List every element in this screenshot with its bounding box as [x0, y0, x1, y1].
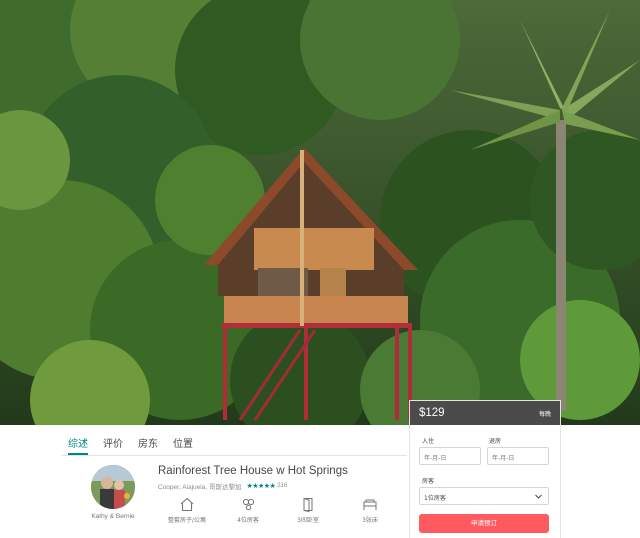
section-tabs: 综述 评价 房东 位置 [68, 433, 208, 455]
checkout-field[interactable]: 年-月-日 [487, 447, 549, 465]
house-icon [180, 497, 194, 512]
per-night-label: 每晚 [538, 410, 551, 418]
guests-label: 房客 [422, 478, 435, 485]
listing-hero-photo[interactable] [0, 0, 640, 425]
chevron-down-icon [535, 494, 542, 499]
host-profile[interactable]: Kathy & Bernie [84, 465, 142, 520]
feature-label: 3张床 [362, 517, 378, 524]
treehouse-photo [0, 0, 640, 425]
feature-label: 4位房客 [237, 517, 259, 524]
feature-label: 整套房子/公寓 [167, 517, 207, 524]
request-to-book-button[interactable]: 申请预订 [419, 514, 549, 533]
checkin-label: 入住 [422, 438, 435, 445]
tabs-divider [62, 455, 407, 456]
avatar[interactable] [91, 465, 135, 509]
listing-features: 整套房子/公寓 4位房客 3间卧室 3张床 [160, 497, 390, 527]
tab-host[interactable]: 房东 [138, 433, 158, 455]
review-count[interactable]: 316 [277, 483, 287, 489]
checkin-field[interactable]: 年-月-日 [419, 447, 481, 465]
door-icon [303, 498, 313, 512]
feature-property-type: 整套房子/公寓 [157, 497, 217, 524]
tab-overview[interactable]: 综述 [68, 433, 88, 455]
feature-guests: 4位房客 [218, 497, 278, 524]
listing-location-row: Cooper, Alajuela, 哥斯达黎加 ★★★★★ 316 [158, 481, 287, 491]
nightly-price: $129 [419, 407, 445, 419]
listing-title: Rainforest Tree House w Hot Springs [158, 465, 348, 477]
tab-location[interactable]: 位置 [173, 433, 193, 455]
listing-location: Cooper, Alajuela, 哥斯达黎加 [158, 484, 242, 491]
guests-icon [242, 498, 255, 511]
bed-icon [363, 499, 377, 510]
host-name[interactable]: Kathy & Bernie [84, 513, 142, 520]
feature-label: 3间卧室 [297, 517, 319, 524]
price-bar: $129 每晚 [410, 401, 560, 425]
rating-stars[interactable]: ★★★★★ [246, 482, 275, 490]
guests-value: 1位房客 [424, 495, 446, 502]
feature-bedrooms: 3间卧室 [278, 497, 338, 524]
guests-select[interactable]: 1位房客 [419, 487, 549, 505]
tab-reviews[interactable]: 评价 [103, 433, 123, 455]
booking-panel: $129 每晚 入住 退房 年-月-日 年-月-日 房客 1位房客 申请预订 [410, 401, 560, 538]
host-photo [91, 465, 135, 509]
checkout-label: 退房 [489, 438, 502, 445]
feature-beds: 3张床 [340, 497, 400, 524]
